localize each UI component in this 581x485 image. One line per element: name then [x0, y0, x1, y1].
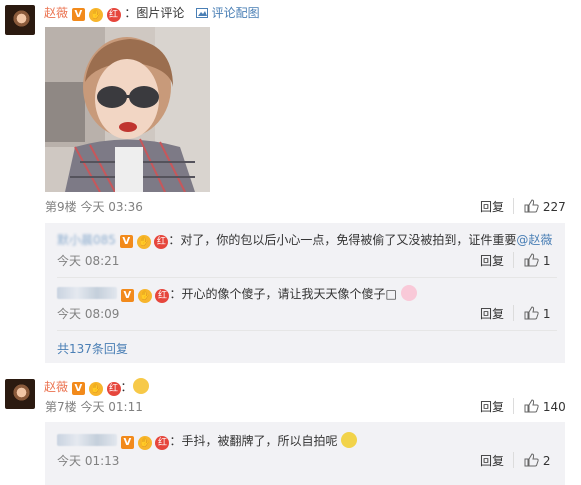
hand-badge-icon[interactable]: ✋	[137, 436, 152, 450]
divider	[57, 330, 557, 331]
red-badge-icon[interactable]: 红	[106, 8, 121, 22]
like-button[interactable]: 2	[524, 453, 550, 469]
reply-text: ：开心的像个傻子，请让我天天像个傻子□	[169, 287, 397, 301]
mention-link[interactable]: @赵薇	[516, 233, 552, 247]
emoji-icon	[132, 378, 149, 394]
hand-badge-icon[interactable]: ✋	[88, 8, 103, 22]
comment-text: 图片评论	[136, 6, 185, 20]
thumbs-up-icon	[524, 306, 539, 320]
verified-v-icon[interactable]: V	[120, 289, 134, 302]
like-count: 1	[542, 254, 551, 268]
reply-author[interactable]	[57, 287, 117, 299]
hand-badge-icon[interactable]: ✋	[137, 289, 152, 303]
divider	[57, 277, 557, 278]
red-badge-icon[interactable]: 红	[154, 235, 169, 249]
reply-button[interactable]: 回复	[480, 399, 504, 415]
avatar[interactable]	[5, 379, 35, 409]
comment-meta: 第7楼 今天 01:11	[45, 399, 143, 415]
reply-item: V ✋ 红：手抖，被翻牌了，所以自拍呢	[57, 432, 358, 450]
comment-time: 今天 03:36	[80, 200, 143, 214]
comment-header: 赵薇 V ✋ 红：	[44, 378, 149, 396]
divider	[513, 198, 514, 214]
reply-time: 今天 01:13	[57, 454, 120, 468]
thumbs-up-icon	[524, 399, 539, 413]
reply-item: 默小晨085 V ✋ 红：对了，你的包以后小心一点，免得被偷了又没被拍到，证件重…	[57, 232, 552, 249]
verified-v-icon[interactable]: V	[120, 436, 134, 449]
like-button[interactable]: 1	[524, 253, 550, 269]
reply-button[interactable]: 回复	[480, 453, 504, 469]
hand-badge-icon[interactable]: ✋	[136, 235, 151, 249]
divider	[513, 252, 514, 268]
verified-v-icon[interactable]: V	[71, 8, 85, 21]
reply-button[interactable]: 回复	[480, 199, 504, 215]
comment-time: 今天 01:11	[80, 400, 143, 414]
thumbs-up-icon	[524, 199, 539, 213]
thumbs-up-icon	[524, 453, 539, 467]
reply-item: V ✋ 红：开心的像个傻子，请让我天天像个傻子□	[57, 285, 417, 303]
like-button[interactable]: 1	[524, 306, 550, 322]
reply-author[interactable]	[57, 434, 117, 446]
like-count: 2	[542, 454, 551, 468]
red-badge-icon[interactable]: 红	[106, 382, 121, 396]
reply-button[interactable]: 回复	[480, 253, 504, 269]
like-count: 140	[542, 400, 566, 414]
avatar[interactable]	[5, 5, 35, 35]
like-count: 1	[542, 307, 551, 321]
comment-prefix: ：	[120, 380, 133, 394]
picture-icon[interactable]	[195, 6, 212, 20]
like-count: 227	[542, 200, 566, 214]
verified-v-icon[interactable]: V	[119, 235, 133, 248]
emoji-icon	[341, 432, 358, 448]
emoji-icon	[400, 285, 417, 301]
like-button[interactable]: 140	[524, 399, 566, 415]
comment-photo[interactable]	[45, 27, 210, 192]
comment-author[interactable]: 赵薇	[44, 6, 68, 20]
divider	[513, 452, 514, 468]
divider	[513, 305, 514, 321]
red-badge-icon[interactable]: 红	[155, 289, 170, 303]
reply-time: 今天 08:21	[57, 254, 120, 268]
comment-author[interactable]: 赵薇	[44, 380, 68, 394]
comment-header: 赵薇 V ✋ 红 ：图片评论 评论配图	[44, 4, 260, 22]
thumbs-up-icon	[524, 253, 539, 267]
reply-button[interactable]: 回复	[480, 306, 504, 322]
floor-number: 第7楼	[45, 400, 77, 414]
comment-attachment-link[interactable]: 评论配图	[212, 6, 260, 20]
comment-meta: 第9楼 今天 03:36	[45, 199, 143, 215]
reply-time: 今天 08:09	[57, 307, 120, 321]
divider	[513, 398, 514, 414]
comment-prefix: ：	[124, 6, 137, 20]
verified-v-icon[interactable]: V	[71, 382, 85, 395]
reply-text: ：对了，你的包以后小心一点，免得被偷了又没被拍到，证件重要	[168, 233, 517, 247]
reply-author[interactable]: 默小晨085	[57, 232, 116, 248]
red-badge-icon[interactable]: 红	[155, 436, 170, 450]
like-button[interactable]: 227	[524, 199, 566, 215]
more-replies-link[interactable]: 共137条回复	[57, 340, 128, 357]
reply-text: ：手抖，被翻牌了，所以自拍呢	[169, 434, 338, 448]
hand-badge-icon[interactable]: ✋	[88, 382, 103, 396]
floor-number: 第9楼	[45, 200, 77, 214]
